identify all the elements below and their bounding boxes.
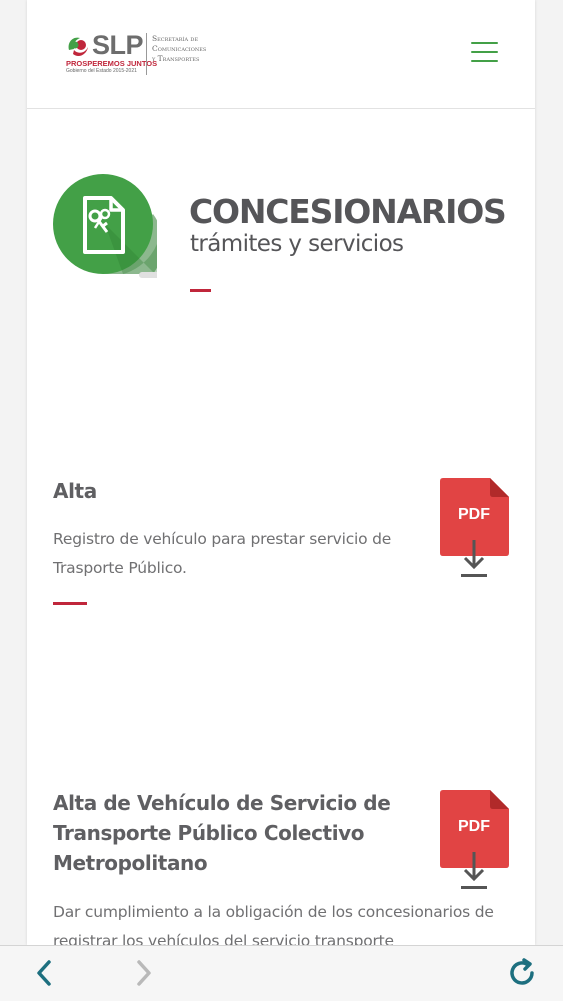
logo-government: Gobierno del Estado 2015-2021: [66, 68, 137, 74]
logo-secretaria: Secretaría de Comunicaciones y Transport…: [152, 34, 207, 63]
forward-icon: [137, 960, 151, 986]
pdf-download-icon: [440, 478, 509, 577]
forward-button[interactable]: [126, 956, 160, 990]
reload-icon: [510, 958, 534, 985]
item-title: Alta: [53, 479, 97, 503]
browser-toolbar: [0, 945, 563, 1001]
menu-icon[interactable]: [471, 40, 501, 64]
page-content: SLP PROSPEREMOS JUNTOS Gobierno del Esta…: [27, 0, 535, 945]
item-description: Registro de vehículo para prestar servic…: [53, 530, 392, 577]
pdf-download-icon: [440, 790, 509, 889]
page-subtitle: trámites y servicios: [190, 231, 404, 257]
title-divider: [190, 289, 211, 292]
item-title: Alta de Vehículo de Servicio de Transpor…: [53, 791, 391, 875]
site-header: SLP PROSPEREMOS JUNTOS Gobierno del Esta…: [27, 0, 535, 109]
pdf-download-button[interactable]: PDF: [440, 790, 512, 894]
pdf-label: PDF: [458, 506, 490, 523]
page-title: CONCESIONARIOS: [189, 192, 507, 231]
pdf-download-button[interactable]: PDF: [440, 478, 512, 582]
logo-divider: [146, 33, 147, 75]
back-icon: [37, 960, 51, 986]
logo-brand: SLP: [92, 30, 144, 60]
item-description: Dar cumplimiento a la obligación de los …: [53, 903, 494, 945]
pdf-label: PDF: [458, 818, 490, 835]
slp-emblem-icon: [68, 37, 88, 57]
reload-button[interactable]: [505, 956, 539, 990]
concession-document-icon: [53, 174, 157, 278]
back-button[interactable]: [28, 956, 62, 990]
logo-slogan: PROSPEREMOS JUNTOS: [66, 59, 158, 68]
slp-logo[interactable]: SLP PROSPEREMOS JUNTOS Gobierno del Esta…: [65, 30, 245, 80]
item-divider: [53, 602, 87, 605]
